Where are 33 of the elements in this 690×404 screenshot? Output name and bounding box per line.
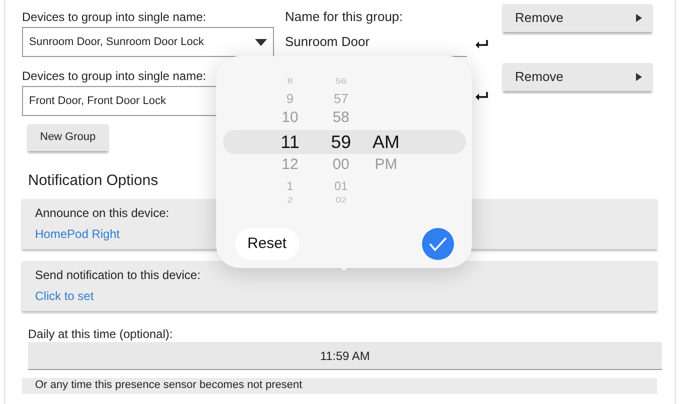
card-label: Send notification to this device: (35, 267, 200, 284)
field-label: Devices to group into single name: (22, 9, 206, 25)
confirm-button[interactable] (422, 228, 454, 260)
new-group-button[interactable]: New Group (28, 124, 108, 151)
card-label: Or any time this presence sensor becomes not present (35, 379, 302, 392)
triangle-icon (636, 14, 642, 22)
caret-icon (255, 38, 267, 46)
wheel-item[interactable]: 11 (270, 131, 310, 153)
wheel-item[interactable]: 57 (321, 90, 361, 106)
wheel-item[interactable]: 58 (321, 109, 361, 127)
enter-icon (475, 91, 489, 102)
wheel-item[interactable]: 12 (270, 156, 310, 174)
reset-button[interactable]: Reset (235, 228, 299, 260)
card-label: Announce on this device: (35, 205, 170, 222)
device-link[interactable]: Click to set (35, 288, 94, 305)
section-title: Notification Options (28, 171, 158, 191)
device-select[interactable]: Sunroom Door, Sunroom Door Lock (22, 27, 274, 57)
field-label: Daily at this time (optional): (28, 326, 173, 342)
wheel-item[interactable]: 59 (321, 131, 361, 153)
remove-button[interactable]: Remove (503, 63, 652, 91)
wheel-item[interactable]: 00 (321, 156, 361, 174)
field-label: Name for this group: (285, 9, 404, 25)
enter-icon (475, 39, 489, 50)
wheel-item[interactable]: 1 (270, 179, 310, 193)
field-label: Devices to group into single name: (22, 68, 206, 84)
time-field[interactable]: 11:59 AM (28, 342, 662, 370)
triangle-icon (636, 73, 642, 81)
wheel-item[interactable]: 01 (321, 179, 361, 193)
wheel-item[interactable]: AM (366, 131, 406, 153)
checkmark-icon (429, 237, 447, 251)
remove-button[interactable]: Remove (503, 4, 652, 32)
wheel-item[interactable]: PM (366, 156, 406, 174)
device-link[interactable]: HomePod Right (35, 226, 120, 243)
